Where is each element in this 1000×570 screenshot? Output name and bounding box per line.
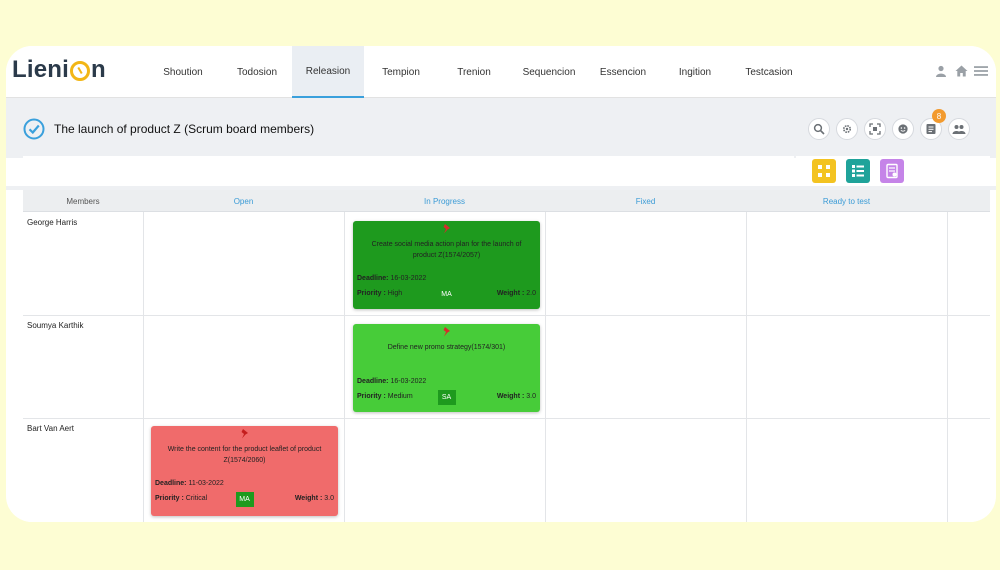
- settings-icon[interactable]: [836, 118, 858, 140]
- board-title: The launch of product Z (Scrum board mem…: [54, 122, 315, 136]
- nav-tab-testcasion[interactable]: Testcasion: [732, 46, 806, 98]
- card-description: Create social media action plan for the …: [371, 241, 522, 259]
- card-deadline: Deadline: 11-03-2022: [155, 480, 224, 487]
- nav-tab-trenion[interactable]: Trenion: [438, 46, 510, 98]
- card-priority: Priority : Critical: [155, 495, 207, 502]
- team-icon[interactable]: [948, 118, 970, 140]
- list-view-icon[interactable]: [846, 159, 870, 183]
- column-divider: [746, 212, 747, 522]
- priority-label: Priority :: [357, 393, 386, 400]
- card-meta: Priority : Medium SA Weight : 3.0: [357, 390, 536, 405]
- weight-label: Weight :: [294, 495, 323, 502]
- row-divider: [23, 315, 990, 316]
- face-icon[interactable]: [892, 118, 914, 140]
- logo-clock-icon: [70, 61, 91, 81]
- column-header-open[interactable]: Open: [143, 190, 344, 212]
- nav-tab-ingition[interactable]: Ingition: [658, 46, 732, 98]
- weight-value: 3.0: [324, 495, 334, 502]
- nav-tab-essencion[interactable]: Essencion: [588, 46, 658, 98]
- deadline-value: 11-03-2022: [188, 480, 224, 487]
- column-divider: [344, 212, 345, 522]
- pin-icon: [239, 428, 251, 440]
- avatar[interactable]: MA: [235, 492, 254, 507]
- avatar[interactable]: SA: [437, 390, 456, 405]
- pin-icon: [441, 326, 453, 338]
- main-nav: Shoution Todosion Releasion Tempion Tren…: [144, 46, 806, 98]
- view-switcher: [796, 156, 990, 186]
- task-card[interactable]: Write the content for the product leafle…: [151, 426, 338, 516]
- focus-icon[interactable]: [864, 118, 886, 140]
- column-divider: [947, 212, 948, 522]
- priority-label: Priority :: [155, 495, 184, 502]
- task-card[interactable]: Define new promo strategy(1574/301) Dead…: [353, 324, 540, 412]
- weight-value: 2.0: [526, 290, 536, 297]
- notification-badge: 8: [932, 109, 946, 123]
- menu-icon[interactable]: [974, 64, 988, 78]
- card-weight: Weight : 3.0: [295, 495, 334, 502]
- nav-tab-releasion[interactable]: Releasion: [292, 46, 364, 98]
- card-description: Define new promo strategy(1574/301): [387, 344, 506, 351]
- user-icon[interactable]: [934, 64, 948, 78]
- report-view-icon[interactable]: [880, 159, 904, 183]
- card-deadline: Deadline: 16-03-2022: [357, 378, 426, 385]
- kanban-view-icon[interactable]: [812, 159, 836, 183]
- card-description: Write the content for the product leafle…: [167, 446, 322, 464]
- column-header-ready-to-test[interactable]: Ready to test: [746, 190, 947, 212]
- nav-tab-sequencion[interactable]: Sequencion: [510, 46, 588, 98]
- weight-label: Weight :: [496, 393, 525, 400]
- nav-tab-tempion[interactable]: Tempion: [364, 46, 438, 98]
- logo-text-left: Lieni: [12, 56, 70, 83]
- top-navigation: Lieni n Shoution Todosion Releasion Temp…: [6, 46, 996, 98]
- board-header: The launch of product Z (Scrum board mem…: [6, 98, 996, 158]
- nav-tab-shoution[interactable]: Shoution: [144, 46, 222, 98]
- card-weight: Weight : 3.0: [497, 393, 536, 400]
- priority-value: Medium: [387, 393, 413, 400]
- card-deadline: Deadline: 16-03-2022: [357, 275, 426, 282]
- column-header-in-progress[interactable]: In Progress: [344, 190, 545, 212]
- priority-value: High: [387, 290, 403, 297]
- check-circle-icon: [23, 118, 45, 140]
- deadline-label: Deadline:: [357, 275, 389, 282]
- scrum-board: Members Open In Progress Fixed Ready to …: [23, 190, 990, 522]
- card-priority: Priority : High: [357, 290, 402, 297]
- row-divider: [23, 418, 990, 419]
- priority-value: Critical: [185, 495, 208, 502]
- app-logo[interactable]: Lieni n: [12, 56, 106, 84]
- weight-value: 3.0: [526, 393, 536, 400]
- logo-text-right: n: [91, 56, 106, 83]
- column-header-row: Members Open In Progress Fixed Ready to …: [23, 190, 990, 212]
- card-weight: Weight : 2.0: [497, 290, 536, 297]
- search-icon[interactable]: [808, 118, 830, 140]
- nav-tab-todosion[interactable]: Todosion: [222, 46, 292, 98]
- card-priority: Priority : Medium: [357, 393, 413, 400]
- deadline-label: Deadline:: [357, 378, 389, 385]
- deadline-label: Deadline:: [155, 480, 187, 487]
- board-tools: 8: [808, 109, 970, 140]
- deadline-value: 16-03-2022: [390, 378, 427, 385]
- priority-label: Priority :: [357, 290, 386, 297]
- notes-icon[interactable]: 8: [920, 109, 946, 140]
- column-divider: [143, 212, 144, 522]
- card-meta: Priority : Critical MA Weight : 3.0: [155, 492, 334, 507]
- column-divider: [545, 212, 546, 522]
- column-header-fixed[interactable]: Fixed: [545, 190, 746, 212]
- deadline-value: 16-03-2022: [390, 275, 427, 282]
- top-right-icons: [934, 64, 988, 78]
- card-meta: Priority : High MA Weight : 2.0: [357, 287, 536, 302]
- task-card[interactable]: Create social media action plan for the …: [353, 221, 540, 309]
- app-window: Lieni n Shoution Todosion Releasion Temp…: [6, 46, 996, 522]
- avatar[interactable]: MA: [437, 287, 456, 302]
- member-name: Bart Van Aert: [27, 424, 74, 433]
- home-icon[interactable]: [954, 64, 968, 78]
- column-header-members: Members: [66, 196, 100, 206]
- member-name: George Harris: [27, 218, 78, 227]
- member-name: Soumya Karthik: [27, 321, 84, 330]
- weight-label: Weight :: [496, 290, 525, 297]
- pin-icon: [441, 223, 453, 235]
- board-filter-bar: [23, 156, 794, 186]
